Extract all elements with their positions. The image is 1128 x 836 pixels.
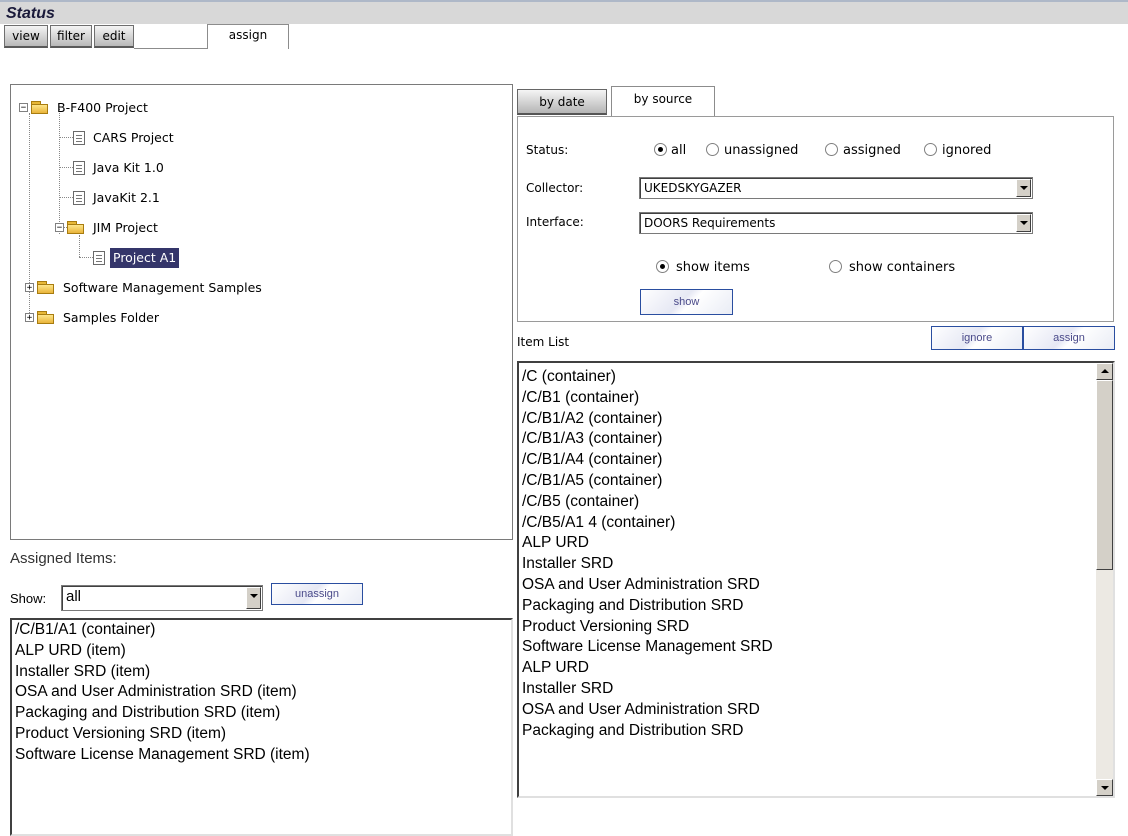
show-select[interactable]: all xyxy=(61,585,263,611)
tree-node-label: JavaKit 2.1 xyxy=(93,190,160,205)
assigned-items-heading: Assigned Items: xyxy=(10,550,117,567)
item-list-label: Item List xyxy=(517,335,570,349)
tab-edit[interactable]: edit xyxy=(94,25,134,48)
ignore-button[interactable]: ignore xyxy=(931,326,1023,350)
item-list[interactable]: /C (container) /C/B1 (container) /C/B1/A… xyxy=(517,361,1115,798)
tree-node-label: CARS Project xyxy=(93,130,174,145)
interface-label: Interface: xyxy=(526,215,584,229)
unassign-button[interactable]: unassign xyxy=(271,583,363,605)
tree-node-label: JIM Project xyxy=(93,220,158,235)
show-containers-radio[interactable] xyxy=(829,260,842,273)
show-items-label: show items xyxy=(676,260,750,275)
scroll-up-icon[interactable] xyxy=(1096,363,1113,380)
list-item[interactable]: /C (container) xyxy=(519,367,1096,388)
expand-icon[interactable]: + xyxy=(25,283,34,293)
tree-node-label: Java Kit 1.0 xyxy=(93,160,164,175)
page-title: Status xyxy=(6,5,55,22)
folder-open-icon xyxy=(31,101,49,114)
scrollbar-thumb[interactable] xyxy=(1096,380,1113,570)
status-assigned-radio[interactable] xyxy=(825,143,838,156)
folder-icon xyxy=(37,311,55,324)
ignore-button-label: ignore xyxy=(961,332,993,344)
tab-filter[interactable]: filter xyxy=(50,25,92,48)
assign-button-label: assign xyxy=(1053,332,1085,344)
status-all-radio[interactable] xyxy=(654,143,667,156)
document-icon xyxy=(73,161,85,175)
document-icon xyxy=(93,251,105,265)
tab-divider xyxy=(134,48,207,49)
show-containers-label: show containers xyxy=(849,260,956,275)
source-filter-panel: Status: all unassigned assigned ignored … xyxy=(517,116,1114,322)
list-item[interactable]: Packaging and Distribution SRD xyxy=(519,596,1096,617)
status-assigned-label: assigned xyxy=(843,143,901,158)
list-item[interactable]: Packaging and Distribution SRD (item) xyxy=(12,703,511,724)
collector-select-value: UKEDSKYGAZER xyxy=(644,181,742,195)
list-item[interactable]: OSA and User Administration SRD (item) xyxy=(12,682,511,703)
list-item[interactable]: ALP URD xyxy=(519,533,1096,554)
list-item[interactable]: /C/B1/A1 (container) xyxy=(12,620,511,641)
list-item[interactable]: OSA and User Administration SRD xyxy=(519,700,1096,721)
tree-node-label-selected: Project A1 xyxy=(110,248,180,268)
list-item[interactable]: /C/B5 (container) xyxy=(519,492,1096,513)
tree-node-label: Samples Folder xyxy=(63,310,159,325)
document-icon xyxy=(73,191,85,205)
list-item[interactable]: /C/B1/A5 (container) xyxy=(519,471,1096,492)
status-ignored-radio[interactable] xyxy=(924,143,937,156)
show-button-label: show xyxy=(673,296,700,308)
list-item[interactable]: Software License Management SRD (item) xyxy=(12,745,511,766)
list-item[interactable]: ALP URD xyxy=(519,658,1096,679)
tab-assign[interactable]: assign xyxy=(207,24,289,49)
list-item[interactable]: /C/B1/A2 (container) xyxy=(519,409,1096,430)
tab-by-date[interactable]: by date xyxy=(517,89,607,115)
folder-open-icon xyxy=(67,221,85,234)
assigned-items-list[interactable]: /C/B1/A1 (container) ALP URD (item) Inst… xyxy=(10,618,513,836)
status-ignored-label: ignored xyxy=(942,143,992,158)
item-list-scrollbar[interactable] xyxy=(1096,363,1113,796)
list-item[interactable]: Product Versioning SRD (item) xyxy=(12,724,511,745)
show-label: Show: xyxy=(10,591,47,606)
assign-button[interactable]: assign xyxy=(1023,326,1115,350)
scroll-down-icon[interactable] xyxy=(1096,779,1113,796)
tab-by-source[interactable]: by source xyxy=(611,86,715,117)
show-select-value: all xyxy=(66,588,82,605)
folder-icon xyxy=(37,281,55,294)
list-item[interactable]: /C/B1/A3 (container) xyxy=(519,429,1096,450)
list-item[interactable]: ALP URD (item) xyxy=(12,641,511,662)
collapse-icon[interactable]: − xyxy=(55,223,64,233)
unassign-button-label: unassign xyxy=(294,588,340,600)
show-button[interactable]: show xyxy=(640,289,733,315)
list-item[interactable]: Software License Management SRD xyxy=(519,637,1096,658)
list-item[interactable]: Installer SRD xyxy=(519,554,1096,575)
collector-select[interactable]: UKEDSKYGAZER xyxy=(639,177,1033,199)
dropdown-arrow-icon[interactable] xyxy=(1016,179,1031,197)
list-item[interactable]: /C/B1 (container) xyxy=(519,388,1096,409)
dropdown-arrow-icon[interactable] xyxy=(1016,214,1031,232)
project-tree[interactable]: − B-F400 Project CARS Project Java Kit 1… xyxy=(10,84,513,540)
list-item[interactable]: Installer SRD (item) xyxy=(12,662,511,683)
document-icon xyxy=(73,131,85,145)
status-unassigned-label: unassigned xyxy=(724,143,799,158)
status-unassigned-radio[interactable] xyxy=(706,143,719,156)
interface-select-value: DOORS Requirements xyxy=(644,216,776,230)
tab-view[interactable]: view xyxy=(4,25,48,48)
list-item[interactable]: OSA and User Administration SRD xyxy=(519,575,1096,596)
tree-node-label: Software Management Samples xyxy=(63,280,262,295)
collector-label: Collector: xyxy=(526,181,584,195)
title-bar: Status xyxy=(0,0,1128,24)
list-item[interactable]: Product Versioning SRD xyxy=(519,617,1096,638)
interface-select[interactable]: DOORS Requirements xyxy=(639,212,1033,234)
list-item[interactable]: /C/B5/A1 4 (container) xyxy=(519,513,1096,534)
list-item[interactable]: /C/B1/A4 (container) xyxy=(519,450,1096,471)
tree-node-label: B-F400 Project xyxy=(57,100,148,115)
collapse-icon[interactable]: − xyxy=(19,103,28,113)
dropdown-arrow-icon[interactable] xyxy=(246,587,261,609)
expand-icon[interactable]: + xyxy=(25,313,34,323)
show-items-radio[interactable] xyxy=(656,260,669,273)
status-label: Status: xyxy=(526,143,569,157)
status-all-label: all xyxy=(671,143,687,158)
list-item[interactable]: Installer SRD xyxy=(519,679,1096,700)
list-item[interactable]: Packaging and Distribution SRD xyxy=(519,721,1096,742)
